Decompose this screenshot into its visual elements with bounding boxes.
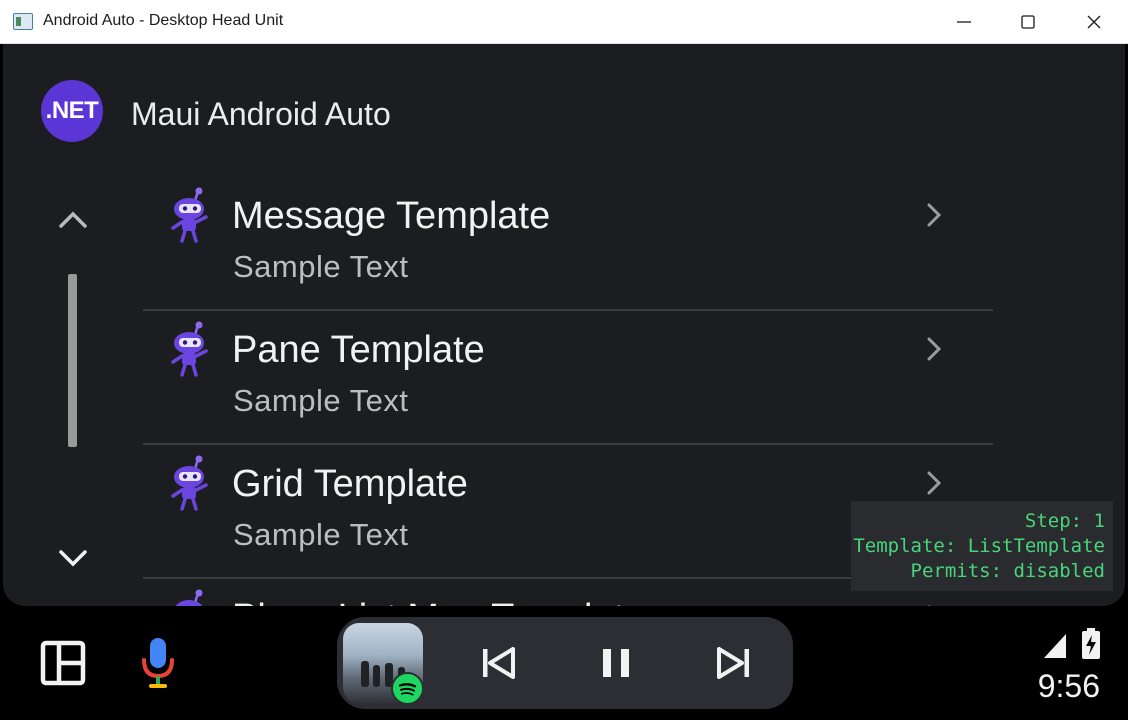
list-item-title: Grid Template [232, 463, 468, 505]
dotnet-bot-icon [175, 589, 203, 606]
skip-previous-icon[interactable] [478, 643, 518, 683]
debug-overlay: Step: 1 Template: ListTemplate Permits: … [851, 501, 1113, 591]
list-item-subtitle: Sample Text [233, 249, 409, 284]
chevron-right-icon [927, 471, 942, 495]
debug-permits: Permits: disabled [910, 560, 1105, 582]
dotnet-logo-icon: .NET [41, 80, 103, 142]
chevron-down-icon[interactable] [57, 542, 89, 574]
head-unit-screen: .NET Maui Android Auto Message Template … [3, 44, 1125, 606]
dotnet-bot-icon [171, 455, 208, 511]
maximize-icon [1021, 15, 1035, 29]
close-icon [1087, 15, 1101, 29]
scrollbar-thumb[interactable] [68, 274, 77, 447]
window-app-icon [13, 13, 33, 30]
battery-charging-icon [1082, 628, 1100, 659]
dotnet-bot-icon [171, 187, 208, 243]
app-header: .NET Maui Android Auto [3, 44, 1125, 174]
dotnet-bot-icon [171, 321, 208, 377]
spotify-icon [391, 672, 424, 705]
window-title: Android Auto - Desktop Head Unit [43, 12, 284, 29]
chevron-right-icon [927, 337, 942, 361]
app-title: Maui Android Auto [131, 96, 391, 132]
list-item-title: Place List Map Template [232, 597, 645, 606]
skip-next-icon[interactable] [714, 643, 754, 683]
microphone-icon[interactable] [140, 636, 176, 692]
list-item-title: Message Template [232, 195, 551, 237]
minimize-icon [957, 21, 971, 23]
minimize-button[interactable] [932, 0, 996, 44]
status-clock: 9:56 [1037, 668, 1100, 704]
bottom-rail: 9:56 [0, 606, 1128, 720]
window-titlebar: Android Auto - Desktop Head Unit [0, 0, 1128, 44]
debug-template: Template: ListTemplate [853, 535, 1105, 557]
chevron-up-icon[interactable] [57, 204, 89, 236]
close-button[interactable] [1062, 0, 1126, 44]
dashboard-layout-icon[interactable] [40, 640, 86, 686]
list-item-pane-template[interactable]: Pane Template Sample Text [143, 311, 993, 445]
media-player-card[interactable] [337, 617, 793, 709]
list-item-subtitle: Sample Text [233, 383, 409, 418]
list-scroll-controls [43, 194, 103, 574]
maximize-button[interactable] [996, 0, 1060, 44]
pause-icon[interactable] [596, 643, 636, 683]
debug-step: Step: 1 [1024, 510, 1105, 532]
list-item-title: Pane Template [232, 329, 485, 371]
list-item-message-template[interactable]: Message Template Sample Text [143, 177, 993, 311]
list-item-subtitle: Sample Text [233, 517, 409, 552]
chevron-right-icon [927, 203, 942, 227]
